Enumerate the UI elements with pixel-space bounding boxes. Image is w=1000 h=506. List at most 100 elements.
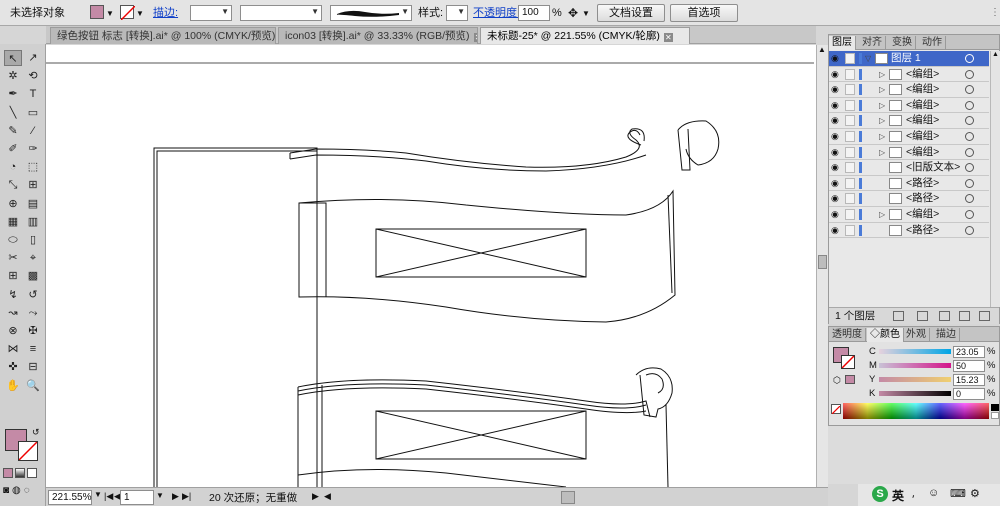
shape-builder-tool-icon[interactable]: ⊕ xyxy=(4,196,22,212)
type-tool-icon[interactable]: T xyxy=(24,86,42,102)
ime-language-label[interactable]: 英 xyxy=(892,487,904,504)
pen-tool-icon[interactable]: ✒ xyxy=(4,86,22,102)
eye-icon[interactable]: ◉ xyxy=(831,85,842,94)
lock-toggle[interactable] xyxy=(845,193,855,205)
rotate-tool-icon[interactable]: ◔ xyxy=(4,159,22,175)
close-icon[interactable]: ✕ xyxy=(473,33,477,42)
eye-icon[interactable]: ◉ xyxy=(831,54,842,63)
tab-transform[interactable]: 变换 xyxy=(889,36,916,50)
vertical-scrollbar[interactable]: ▲ xyxy=(816,45,828,487)
opacity-label[interactable]: 不透明度: xyxy=(473,4,520,22)
tab-color[interactable]: ◇颜色 xyxy=(867,328,904,342)
line-segment-tool-icon[interactable]: ╲ xyxy=(4,105,22,121)
status-menu-arrow-icon[interactable]: ▶ xyxy=(312,491,319,502)
eye-icon[interactable]: ◉ xyxy=(831,147,842,157)
target-circle-icon[interactable] xyxy=(965,210,974,219)
horizontal-scroll-thumb[interactable] xyxy=(561,491,575,504)
brush-definition-dropdown[interactable]: ▼ xyxy=(330,5,412,21)
mesh-tool-icon[interactable]: ▦ xyxy=(4,214,22,230)
ime-logo-icon[interactable]: S xyxy=(872,486,888,502)
document-setup-button[interactable]: 文档设置 xyxy=(597,4,665,22)
eye-icon[interactable]: ◉ xyxy=(831,194,842,203)
fill-dropdown-arrow[interactable]: ▼ xyxy=(106,5,114,23)
direct-select-tool-icon[interactable]: ↗ xyxy=(24,50,42,66)
paintbrush-tool-icon[interactable]: ✎ xyxy=(4,123,22,139)
tab-align[interactable]: 对齐 xyxy=(859,36,886,50)
first-artboard-icon[interactable]: |◀ xyxy=(104,491,113,502)
stroke-dropdown-arrow[interactable]: ▼ xyxy=(136,5,144,23)
new-layer-icon[interactable] xyxy=(959,311,970,321)
punctuation-icon[interactable]: ⸴ xyxy=(912,487,915,502)
eye-icon[interactable]: ◉ xyxy=(831,210,842,219)
layer-row[interactable]: ◉ ▷ <编组> xyxy=(829,207,989,223)
zoom-tool-icon[interactable]: 🔍 xyxy=(24,378,42,394)
settings-icon[interactable]: ⚙ xyxy=(970,487,980,500)
trash-icon[interactable] xyxy=(979,311,990,321)
tab-stroke[interactable]: 描边 xyxy=(933,328,960,342)
free-transform-tool-icon[interactable]: ⊞ xyxy=(24,177,42,193)
target-circle-icon[interactable] xyxy=(965,100,974,110)
out-of-gamut-icon[interactable]: ⬡ xyxy=(833,375,841,386)
eye-icon[interactable]: ◉ xyxy=(831,100,842,110)
fill-swatch[interactable] xyxy=(90,5,104,19)
preferences-button[interactable]: 首选项 xyxy=(670,4,738,22)
zoom-dropdown[interactable]: 221.55% xyxy=(48,490,92,505)
lock-toggle[interactable] xyxy=(845,53,855,64)
symbol-sprayer-tool-icon[interactable]: ✂ xyxy=(4,250,22,266)
make-clipping-mask-icon[interactable] xyxy=(917,311,928,321)
eraser-tool-icon[interactable]: ✑ xyxy=(24,141,42,157)
expand-arrow-icon[interactable]: ▷ xyxy=(879,129,885,144)
graphic-style-dropdown[interactable]: ▼ xyxy=(446,5,468,21)
web-safe-swatch[interactable] xyxy=(845,375,855,384)
draw-normal-icon[interactable]: ◙ xyxy=(3,485,9,496)
expand-arrow-icon[interactable]: ▷ xyxy=(879,98,885,113)
expand-arrow-icon[interactable]: ▽ xyxy=(865,51,871,66)
crop-tool-icon[interactable]: ✜ xyxy=(4,359,22,375)
target-circle-icon[interactable] xyxy=(965,178,974,188)
perspective-grid-tool-icon[interactable]: ▤ xyxy=(24,196,42,212)
twist-tool-icon[interactable]: ↝ xyxy=(4,305,22,321)
swap-fill-stroke-icon[interactable]: ↺ xyxy=(32,427,40,438)
layer-row[interactable]: ◉ ▷ <编组> xyxy=(829,113,989,129)
tab-appearance[interactable]: 外观 xyxy=(903,328,930,342)
width-tool-icon[interactable]: ↯ xyxy=(4,287,22,303)
layer-row[interactable]: ◉ ▷ <编组> xyxy=(829,67,989,83)
lock-toggle[interactable] xyxy=(845,99,855,111)
live-paint-tool-icon[interactable]: ⊗ xyxy=(4,323,22,339)
layers-scrollbar[interactable]: ▲ xyxy=(990,51,1000,307)
artboard-tool-icon[interactable]: ⊞ xyxy=(4,268,22,284)
live-paint-select-tool-icon[interactable]: ✠ xyxy=(24,323,42,339)
select-tool-icon[interactable]: ↖ xyxy=(4,50,22,66)
channel-slider[interactable] xyxy=(879,377,951,382)
none-mode-icon[interactable] xyxy=(27,468,37,478)
lock-toggle[interactable] xyxy=(845,84,855,96)
eye-icon[interactable]: ◉ xyxy=(831,225,842,235)
magic-wand-tool-icon[interactable]: ✲ xyxy=(4,68,22,84)
lock-toggle[interactable] xyxy=(845,131,855,142)
blob-brush-tool-icon[interactable]: ✐ xyxy=(4,141,22,157)
target-circle-icon[interactable] xyxy=(965,225,974,235)
pencil-tool-icon[interactable]: ⁄ xyxy=(24,123,42,139)
target-circle-icon[interactable] xyxy=(965,85,974,95)
color-mode-icon[interactable] xyxy=(3,468,13,478)
softkeyboard-icon[interactable]: ⌨ xyxy=(950,487,966,500)
white-swatch[interactable] xyxy=(991,412,999,419)
tab-transparency[interactable]: 透明度 xyxy=(829,328,866,342)
lock-toggle[interactable] xyxy=(845,115,855,127)
lock-toggle[interactable] xyxy=(845,209,855,220)
stroke-label[interactable]: 描边: xyxy=(153,4,178,22)
scale-tool-icon[interactable]: ⬚ xyxy=(24,159,42,175)
new-sublayer-icon[interactable] xyxy=(939,311,950,321)
layer-row[interactable]: ◉ ▷ <编组> xyxy=(829,82,989,98)
zoom-arrow-icon[interactable]: ▼ xyxy=(94,490,102,499)
lock-toggle[interactable] xyxy=(845,68,855,80)
eye-icon[interactable]: ◉ xyxy=(831,116,842,125)
eye-icon[interactable]: ◉ xyxy=(831,163,842,172)
hand-tool-icon[interactable]: ✋ xyxy=(4,378,22,394)
tab-actions[interactable]: 动作 xyxy=(919,36,946,50)
stroke-none-swatch[interactable] xyxy=(120,5,136,21)
eye-icon[interactable]: ◉ xyxy=(831,178,842,188)
variable-width-dropdown[interactable]: ▼ xyxy=(240,5,322,21)
channel-slider[interactable] xyxy=(879,391,951,396)
channel-slider[interactable] xyxy=(879,363,951,368)
